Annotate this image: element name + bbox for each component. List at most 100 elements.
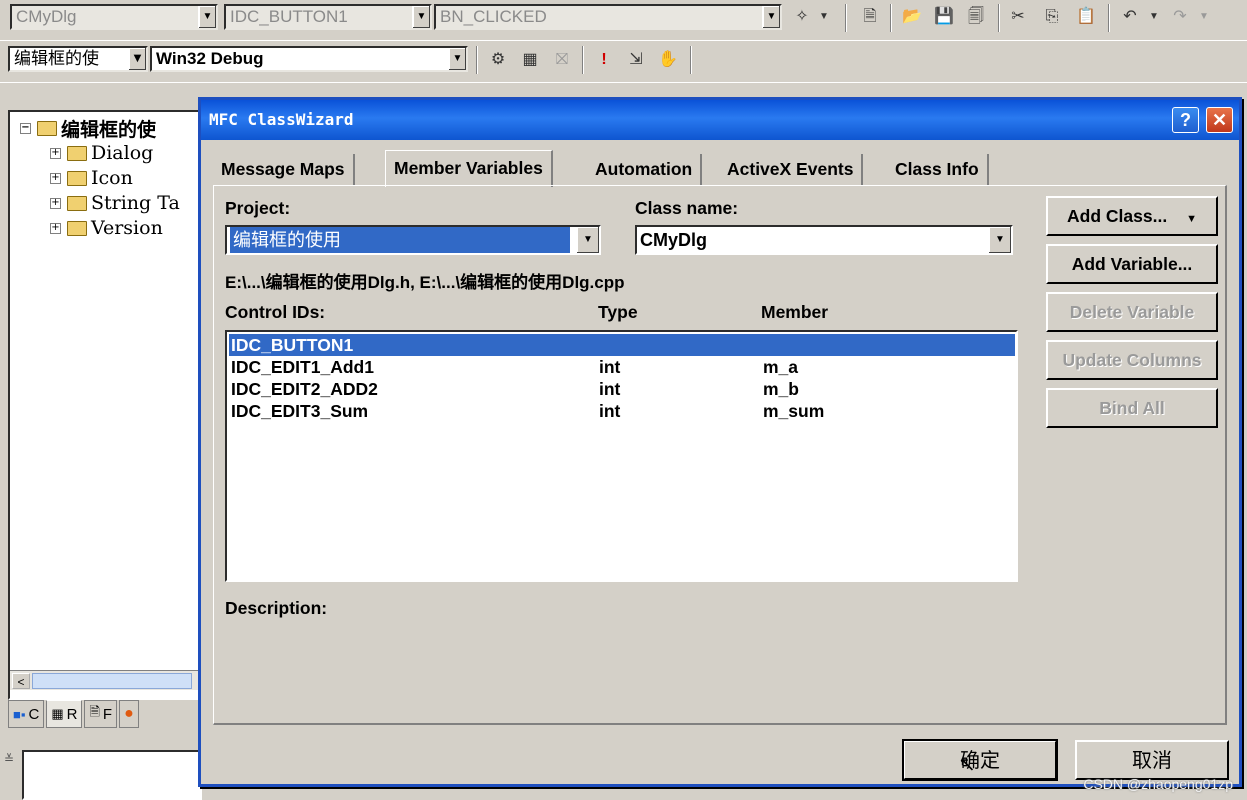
separator — [582, 46, 584, 74]
go-icon[interactable]: ⇲ — [624, 48, 648, 72]
execute-icon[interactable]: ! — [592, 48, 616, 72]
open-folder-icon[interactable]: 📂 — [900, 5, 924, 29]
table-row[interactable]: IDC_EDIT1_Add1 int m_a — [229, 356, 1015, 378]
chevron-down-icon[interactable]: ▼ — [412, 6, 430, 28]
table-row[interactable]: IDC_BUTTON1 — [229, 334, 1015, 356]
add-class-label: Add Class... — [1067, 206, 1168, 226]
delete-variable-button[interactable]: Delete Variable — [1046, 292, 1218, 332]
help-button[interactable]: ? — [1172, 107, 1199, 133]
chevron-down-icon[interactable]: ▼ — [198, 6, 216, 28]
table-row[interactable]: IDC_EDIT2_ADD2 int m_b — [229, 378, 1015, 400]
collapse-icon[interactable]: − — [20, 123, 31, 134]
tab-classview[interactable]: ■▪ C — [8, 700, 45, 728]
tab-activex-events[interactable]: ActiveX Events — [719, 154, 864, 186]
chevron-down-icon[interactable]: ▼ — [762, 6, 780, 28]
add-class-button[interactable]: Add Class... ▼ — [1046, 196, 1218, 236]
tree-root-label: 编辑框的使 — [61, 119, 157, 141]
control-ids-list[interactable]: IDC_BUTTON1 IDC_EDIT1_Add1 int m_a IDC_E… — [225, 330, 1018, 582]
id-combo[interactable]: IDC_BUTTON1 ▼ — [224, 4, 432, 30]
chevron-down-icon[interactable]: ▼ — [128, 48, 146, 70]
build-config-combo[interactable]: Win32 Debug ▼ — [150, 46, 468, 72]
tab-resourceview[interactable]: ▦ R — [46, 700, 83, 728]
undo-icon[interactable]: ↶ — [1118, 5, 1142, 29]
tab-automation[interactable]: Automation — [587, 154, 703, 186]
chevron-down-icon[interactable]: ▼ — [812, 5, 836, 29]
separator — [476, 46, 478, 74]
build-icon[interactable]: ▦ — [518, 48, 542, 72]
chevron-down-icon[interactable]: ▼ — [448, 48, 466, 70]
chevron-down-icon: ▼ — [1186, 213, 1197, 225]
output-gutter: ≚ — [4, 752, 15, 766]
scroll-left-icon[interactable]: < — [12, 673, 30, 689]
project-combo[interactable]: 编辑框的使用 ▼ — [225, 225, 601, 255]
cell-control-id: IDC_EDIT3_Sum — [231, 401, 369, 421]
tab-class-info[interactable]: Class Info — [887, 154, 989, 186]
cell-member: m_sum — [763, 401, 825, 421]
class-combo[interactable]: CMyDlg ▼ — [10, 4, 218, 30]
close-button[interactable]: ✕ — [1206, 107, 1233, 133]
chevron-down-icon[interactable]: ▼ — [989, 227, 1011, 253]
tree-root[interactable]: − 编辑框的使 — [20, 115, 156, 142]
classname-combo-value: CMyDlg — [640, 230, 707, 250]
scroll-thumb[interactable] — [32, 673, 192, 689]
dialog-titlebar[interactable]: MFC ClassWizard ? ✕ — [201, 100, 1239, 140]
classname-combo[interactable]: CMyDlg ▼ — [635, 225, 1013, 255]
new-text-file-icon[interactable]: 🗎 — [858, 5, 882, 29]
tree-item-label: Version — [91, 217, 163, 239]
ok-button[interactable]: 确定 — [902, 739, 1058, 781]
redo-icon[interactable]: ↷ — [1168, 5, 1192, 29]
compile-icon[interactable]: ⚙ — [486, 48, 510, 72]
save-icon[interactable]: 💾 — [932, 5, 956, 29]
build-config-value: Win32 Debug — [156, 49, 264, 68]
project-config-value: 编辑框的使 — [14, 49, 99, 69]
classwizard-dialog: MFC ClassWizard ? ✕ Message Maps Member … — [198, 97, 1242, 787]
wizard-wand-icon[interactable]: ✧ — [790, 5, 814, 29]
project-config-combo[interactable]: 编辑框的使 ▼ — [8, 46, 148, 72]
tab-member-variables[interactable]: Member Variables — [385, 150, 553, 187]
tab-label: R — [66, 705, 78, 723]
tree-item-dialog[interactable]: + Dialog — [50, 142, 153, 164]
expand-icon[interactable]: + — [50, 197, 61, 209]
file-view-icon: 🗎 — [89, 704, 100, 719]
update-columns-button[interactable]: Update Columns — [1046, 340, 1218, 380]
tab-infoview[interactable]: ● — [119, 700, 139, 728]
chevron-down-icon[interactable]: ▼ — [1142, 5, 1166, 29]
chevron-down-icon[interactable]: ▼ — [1192, 5, 1216, 29]
tab-fileview[interactable]: 🗎 F — [84, 700, 118, 728]
tree-item-string-table[interactable]: + String Ta — [50, 192, 180, 214]
add-variable-button[interactable]: Add Variable... — [1046, 244, 1218, 284]
workspace-hscrollbar[interactable]: < — [10, 670, 200, 690]
breakpoint-hand-icon[interactable]: ✋ — [656, 48, 680, 72]
cell-type: int — [599, 401, 621, 421]
resource-view-icon: ▦ — [51, 706, 64, 721]
tree-item-version[interactable]: + Version — [50, 217, 163, 239]
cell-control-id: IDC_BUTTON1 — [231, 335, 354, 355]
chevron-down-icon[interactable]: ▼ — [577, 227, 599, 253]
expand-icon[interactable]: + — [50, 172, 61, 184]
save-all-icon[interactable]: 🗐 — [964, 5, 988, 29]
cancel-button[interactable]: 取消 — [1075, 740, 1229, 780]
classname-label: Class name: — [635, 198, 739, 218]
expand-icon[interactable]: + — [50, 222, 61, 234]
output-pane[interactable] — [22, 750, 202, 800]
table-row[interactable]: IDC_EDIT3_Sum int m_sum — [229, 400, 1015, 422]
message-combo[interactable]: BN_CLICKED ▼ — [434, 4, 782, 30]
expand-icon[interactable]: + — [50, 147, 61, 159]
tree-item-icon[interactable]: + Icon — [50, 167, 133, 189]
stop-build-icon[interactable]: ⛝ — [550, 48, 574, 72]
tree-item-label: Icon — [91, 167, 133, 189]
toolbar-row-2: 编辑框的使 ▼ Win32 Debug ▼ ⚙ ▦ ⛝ ! ⇲ ✋ — [0, 40, 1247, 80]
cell-type: int — [599, 379, 621, 399]
folder-open-icon — [37, 121, 57, 136]
workspace-tree[interactable]: − 编辑框的使 + Dialog + Icon + String Ta + Ve… — [8, 110, 203, 700]
copy-icon[interactable]: ⎘ — [1040, 5, 1064, 29]
tab-message-maps[interactable]: Message Maps — [213, 154, 355, 186]
separator — [845, 4, 847, 32]
cut-icon[interactable]: ✂ — [1006, 5, 1030, 29]
bind-all-button[interactable]: Bind All — [1046, 388, 1218, 428]
folder-icon — [67, 170, 87, 186]
folder-icon — [67, 145, 87, 161]
paste-icon[interactable]: 📋 — [1074, 5, 1098, 29]
separator — [1108, 4, 1110, 32]
dialog-title: MFC ClassWizard — [209, 110, 354, 129]
